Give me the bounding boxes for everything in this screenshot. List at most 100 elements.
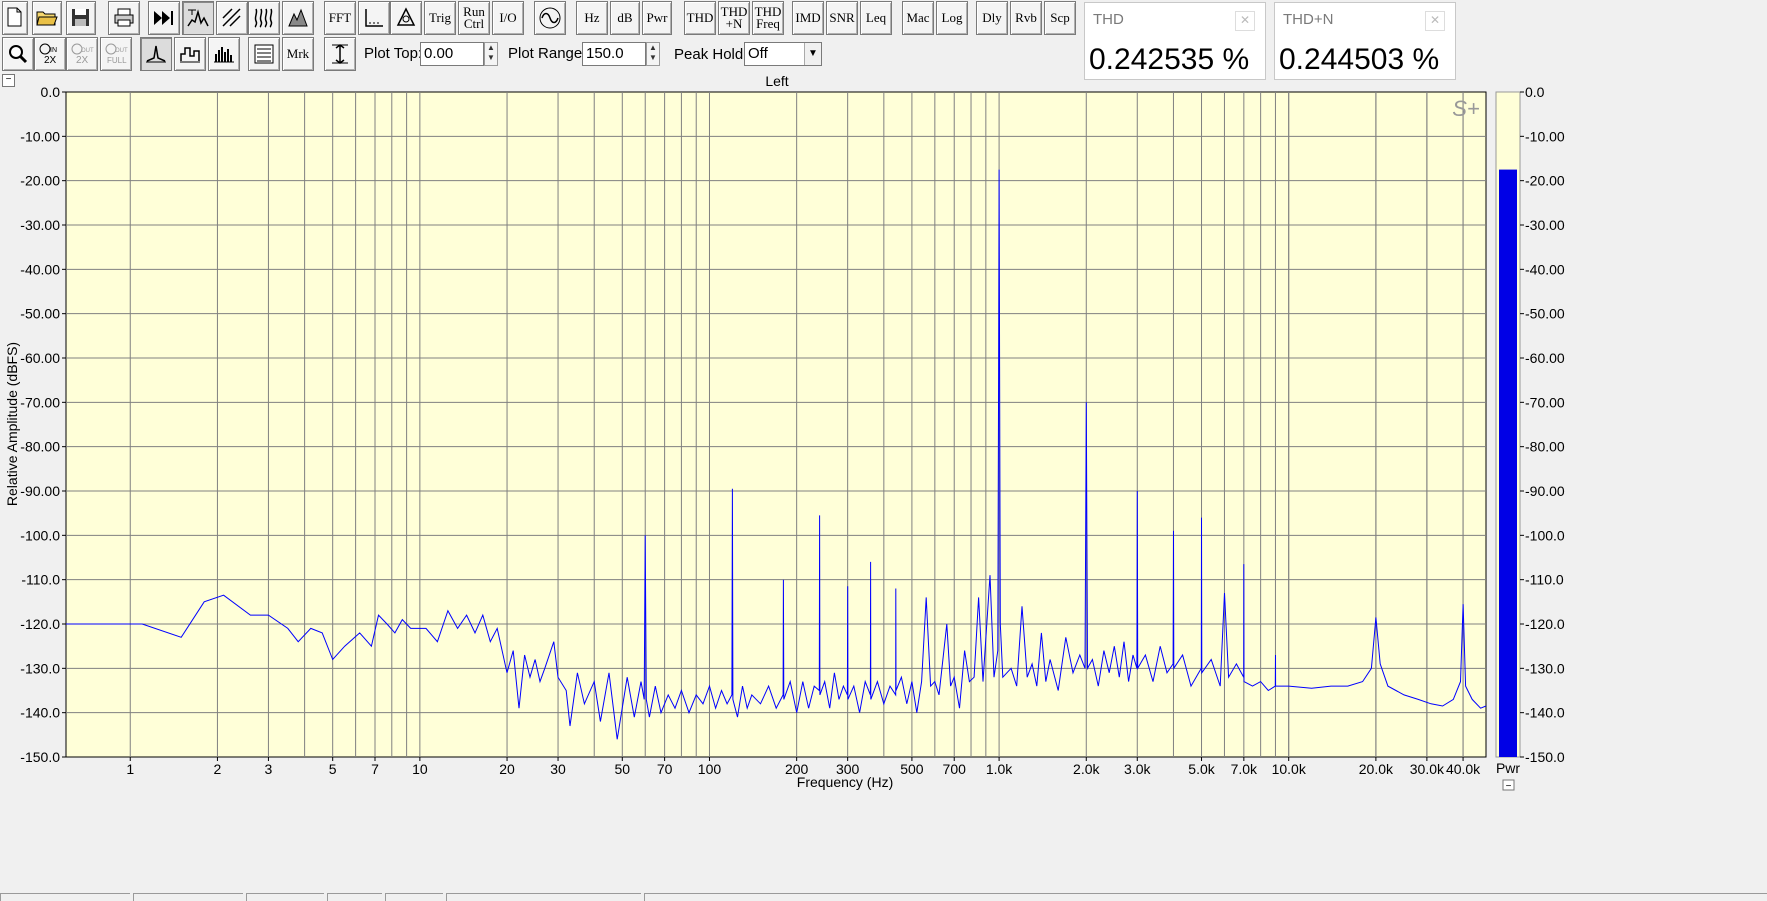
spectrogram-button[interactable]: [248, 1, 280, 35]
status-bar-segment: [133, 893, 243, 901]
macro-button[interactable]: Mac: [902, 1, 934, 35]
status-bar-segment: [327, 893, 382, 901]
svg-text:IN: IN: [50, 47, 57, 54]
plot-top-spinner[interactable]: ▲ ▼: [484, 42, 498, 66]
spin-down-icon: ▼: [487, 53, 495, 62]
peak-hold-select[interactable]: Off ▼: [744, 42, 822, 66]
spectrum-view-button[interactable]: [182, 1, 214, 35]
leq-label: Leq: [865, 10, 887, 25]
x-tick-label: 700: [943, 761, 967, 777]
run-control-button[interactable]: Run Ctrl: [458, 1, 490, 35]
y-tick-label: -80.00: [20, 439, 60, 455]
snr-button[interactable]: SNR: [826, 1, 858, 35]
overlay-icon: [254, 44, 274, 64]
thd-n-label: THD +N: [720, 4, 748, 31]
thd-freq-button[interactable]: THD Freq: [752, 1, 784, 35]
svg-text:OUT: OUT: [81, 48, 94, 54]
plot-top-input[interactable]: 0.00: [420, 42, 484, 66]
io-button[interactable]: I/O: [492, 1, 524, 35]
meter-tick-label: -30.00: [1525, 217, 1565, 233]
time-series-button[interactable]: [216, 1, 248, 35]
bar-plot-button[interactable]: [208, 37, 240, 71]
y-tick-label: -130.0: [20, 660, 60, 676]
trigger-button[interactable]: Trig: [424, 1, 456, 35]
x-tick-label: 20: [499, 761, 515, 777]
log-button[interactable]: Log: [936, 1, 968, 35]
x-tick-label: 20.0k: [1359, 761, 1394, 777]
thd-meter: THD ✕ 0.242535 %: [1084, 2, 1266, 80]
print-button[interactable]: [108, 1, 140, 35]
line-plot-button[interactable]: [140, 37, 172, 71]
run-control-label: Run Ctrl: [463, 4, 485, 31]
meter-tick-label: -20.00: [1525, 173, 1565, 189]
3d-plot-icon: [288, 8, 308, 27]
y-tick-label: -100.0: [20, 527, 60, 543]
imd-button[interactable]: IMD: [792, 1, 824, 35]
y-tick-label: -150.0: [20, 749, 60, 765]
close-icon[interactable]: ✕: [1425, 11, 1445, 31]
open-file-button[interactable]: [32, 1, 62, 35]
hz-button[interactable]: Hz: [576, 1, 608, 35]
y-tick-label: -20.00: [20, 173, 60, 189]
leq-button[interactable]: Leq: [860, 1, 892, 35]
save-disk-icon: [72, 9, 89, 26]
svg-text:FULL: FULL: [107, 56, 127, 65]
zoom-out-full-button[interactable]: OUT FULL: [100, 37, 132, 71]
reverb-label: Rvb: [1015, 10, 1037, 25]
y-axis-label: Relative Amplitude (dBFS): [4, 342, 20, 506]
spectrogram-icon: [254, 8, 273, 28]
y-scale-button[interactable]: [324, 37, 356, 71]
thd-label: THD: [686, 10, 714, 25]
zoom-in-2x-icon: IN2X: [39, 43, 57, 66]
delay-button[interactable]: Dly: [976, 1, 1008, 35]
step-plot-button[interactable]: [174, 37, 206, 71]
y-tick-label: -70.00: [20, 394, 60, 410]
db-button[interactable]: dB: [610, 1, 640, 35]
3d-surface-button[interactable]: [282, 1, 314, 35]
chevron-down-icon[interactable]: ▼: [804, 43, 821, 65]
collapse-icon[interactable]: −: [1502, 779, 1515, 792]
signal-generator-button[interactable]: [534, 1, 566, 35]
magnifier-icon: [9, 45, 28, 64]
plot-range-input[interactable]: 150.0: [582, 42, 646, 66]
hz-label: Hz: [584, 10, 600, 25]
step-plot-icon: [180, 47, 200, 63]
overlay-button[interactable]: [248, 37, 280, 71]
new-file-button[interactable]: [2, 1, 28, 35]
thd-button[interactable]: THD: [684, 1, 716, 35]
averaging-button[interactable]: [358, 1, 390, 35]
status-bar-segment: [446, 893, 641, 901]
meter-tick-label: -40.00: [1525, 261, 1565, 277]
delay-label: Dly: [982, 10, 1002, 25]
zoom-out-2x-button[interactable]: OUT 2X: [66, 37, 98, 71]
fft-button[interactable]: FFT: [324, 1, 356, 35]
thd-n-button[interactable]: THD +N: [718, 1, 750, 35]
x-tick-label: 1: [126, 761, 134, 777]
y-tick-label: 0.0: [41, 84, 61, 100]
status-bar-segment: [246, 893, 324, 901]
pwr-button[interactable]: Pwr: [642, 1, 672, 35]
peak-hold-value: Off: [748, 45, 768, 62]
marker-button[interactable]: Mrk: [282, 37, 314, 71]
plot-area[interactable]: [65, 91, 1487, 758]
fast-forward-button[interactable]: [148, 1, 180, 35]
meter-tick-label: -110.0: [1525, 572, 1564, 588]
save-button[interactable]: [66, 1, 96, 35]
reverb-button[interactable]: Rvb: [1010, 1, 1042, 35]
open-folder-icon: [36, 11, 58, 26]
y-scale-icon: [332, 44, 348, 64]
calibration-button[interactable]: [390, 1, 422, 35]
log-label: Log: [941, 10, 963, 25]
spin-up-icon: ▲: [649, 43, 657, 52]
zoom-in-2x-button[interactable]: IN 2X: [34, 37, 66, 71]
averaging-icon: [365, 9, 383, 27]
power-meter-bar: [1499, 169, 1517, 757]
close-icon[interactable]: ✕: [1235, 11, 1255, 31]
x-tick-label: 10: [412, 761, 428, 777]
zoom-button[interactable]: [2, 37, 34, 71]
scope-button[interactable]: Scp: [1044, 1, 1076, 35]
y-tick-label: -40.00: [20, 261, 60, 277]
x-tick-label: 5: [329, 761, 337, 777]
plot-range-spinner[interactable]: ▲ ▼: [646, 42, 660, 66]
x-tick-label: 7: [371, 761, 379, 777]
